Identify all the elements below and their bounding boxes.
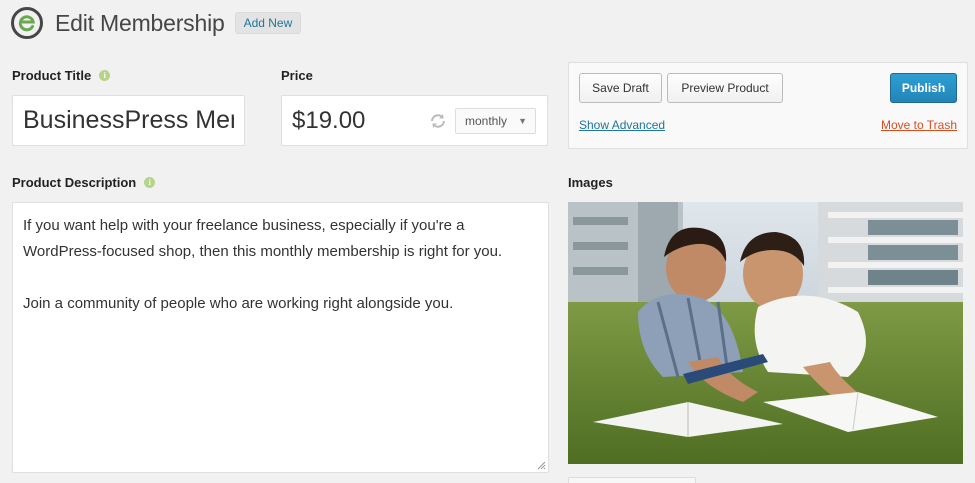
publish-panel: Save Draft Preview Product Publish Show … xyxy=(568,62,968,149)
publish-button[interactable]: Publish xyxy=(890,73,957,103)
description-paragraph: If you want help with your freelance bus… xyxy=(23,217,503,260)
info-icon[interactable]: i xyxy=(99,70,111,81)
app-logo-icon xyxy=(11,7,43,39)
preview-product-button[interactable]: Preview Product xyxy=(667,73,783,103)
product-description-label-text: Product Description xyxy=(12,175,137,190)
images-label-text: Images xyxy=(568,175,613,190)
product-title-label: Product Title i xyxy=(12,68,111,83)
add-new-button[interactable]: Add New xyxy=(234,12,302,34)
page-title: Edit Membership xyxy=(55,9,225,36)
price-label-text: Price xyxy=(281,68,313,83)
move-to-trash-link[interactable]: Move to Trash xyxy=(881,118,957,132)
product-title-input[interactable] xyxy=(13,96,244,145)
info-icon[interactable]: i xyxy=(144,177,156,188)
chevron-down-icon: ▼ xyxy=(518,115,527,126)
price-input[interactable] xyxy=(282,106,417,135)
price-field[interactable]: monthly ▼ xyxy=(281,95,548,146)
product-title-label-text: Product Title xyxy=(12,68,92,83)
save-draft-button[interactable]: Save Draft xyxy=(579,73,662,103)
product-description-textarea[interactable]: If you want help with your freelance bus… xyxy=(12,202,549,473)
page-header: Edit Membership Add New xyxy=(11,5,302,41)
product-image[interactable] xyxy=(568,202,963,464)
show-advanced-link[interactable]: Show Advanced xyxy=(579,118,665,132)
price-label: Price xyxy=(281,68,313,83)
images-label: Images xyxy=(568,175,613,190)
billing-period-value: monthly xyxy=(465,113,508,128)
product-title-field[interactable] xyxy=(12,95,245,146)
resize-handle-icon[interactable] xyxy=(537,461,546,470)
recurring-icon xyxy=(429,113,447,129)
billing-period-select[interactable]: monthly ▼ xyxy=(455,107,536,134)
product-description-label: Product Description i xyxy=(12,175,156,190)
description-paragraph: Join a community of people who are worki… xyxy=(23,295,454,312)
image-controls-stub xyxy=(568,477,696,483)
